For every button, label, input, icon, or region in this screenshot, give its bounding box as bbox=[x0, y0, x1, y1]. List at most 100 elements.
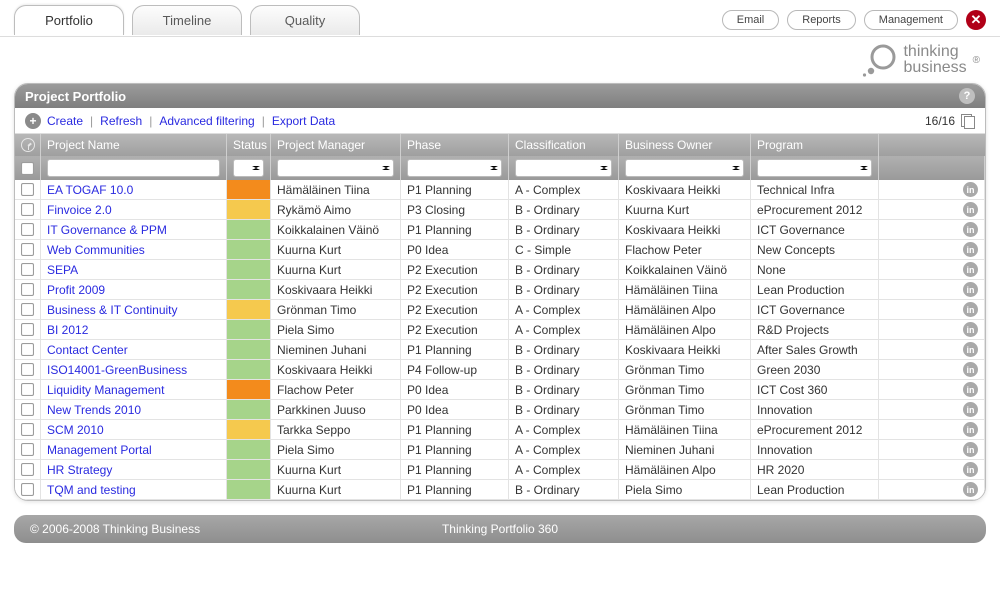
row-checkbox[interactable] bbox=[21, 323, 34, 336]
close-icon[interactable]: ✕ bbox=[966, 10, 986, 30]
cell-class: A - Complex bbox=[509, 420, 619, 439]
status-swatch bbox=[227, 400, 270, 419]
filter-status-select[interactable] bbox=[233, 159, 264, 177]
project-link[interactable]: Profit 2009 bbox=[47, 283, 105, 297]
row-link-icon[interactable]: in bbox=[963, 442, 978, 457]
row-link-icon[interactable]: in bbox=[963, 402, 978, 417]
status-swatch bbox=[227, 320, 270, 339]
row-checkbox[interactable] bbox=[21, 463, 34, 476]
filter-owner-select[interactable] bbox=[625, 159, 744, 177]
create-link[interactable]: Create bbox=[47, 114, 83, 128]
row-link-icon[interactable]: in bbox=[963, 482, 978, 497]
column-program[interactable]: Program bbox=[751, 134, 879, 156]
row-checkbox[interactable] bbox=[21, 223, 34, 236]
project-link[interactable]: Liquidity Management bbox=[47, 383, 164, 397]
row-link-icon[interactable]: in bbox=[963, 462, 978, 477]
footer: © 2006-2008 Thinking Business Thinking P… bbox=[14, 515, 986, 543]
row-link-icon[interactable]: in bbox=[963, 242, 978, 257]
project-link[interactable]: BI 2012 bbox=[47, 323, 88, 337]
column-status[interactable]: Status bbox=[227, 134, 271, 156]
export-link[interactable]: Export Data bbox=[272, 114, 335, 128]
filter-pm-select[interactable] bbox=[277, 159, 394, 177]
table-row: TQM and testingKuurna KurtP1 PlanningB -… bbox=[15, 480, 985, 500]
filter-row bbox=[15, 156, 985, 180]
row-checkbox[interactable] bbox=[21, 283, 34, 296]
filter-class-select[interactable] bbox=[515, 159, 612, 177]
brand-row: thinking business ® bbox=[0, 36, 1000, 83]
table-row: New Trends 2010Parkkinen JuusoP0 IdeaB -… bbox=[15, 400, 985, 420]
project-link[interactable]: Business & IT Continuity bbox=[47, 303, 178, 317]
row-link-icon[interactable]: in bbox=[963, 302, 978, 317]
row-checkbox[interactable] bbox=[21, 303, 34, 316]
cell-class: B - Ordinary bbox=[509, 220, 619, 239]
row-link-icon[interactable]: in bbox=[963, 262, 978, 277]
link-reports[interactable]: Reports bbox=[787, 10, 856, 30]
column-clock[interactable] bbox=[15, 134, 41, 156]
row-checkbox[interactable] bbox=[21, 483, 34, 496]
cell-pm: Kuurna Kurt bbox=[271, 460, 401, 479]
brand-registered: ® bbox=[973, 55, 980, 66]
row-checkbox[interactable] bbox=[21, 243, 34, 256]
cell-class: B - Ordinary bbox=[509, 280, 619, 299]
row-checkbox[interactable] bbox=[21, 203, 34, 216]
row-checkbox[interactable] bbox=[21, 343, 34, 356]
filter-program-select[interactable] bbox=[757, 159, 872, 177]
row-checkbox[interactable] bbox=[21, 383, 34, 396]
row-checkbox[interactable] bbox=[21, 423, 34, 436]
column-owner[interactable]: Business Owner bbox=[619, 134, 751, 156]
cell-phase: P1 Planning bbox=[401, 180, 509, 199]
help-icon[interactable]: ? bbox=[959, 88, 975, 104]
select-all-checkbox[interactable] bbox=[21, 162, 34, 175]
project-link[interactable]: Web Communities bbox=[47, 243, 145, 257]
clock-icon bbox=[21, 138, 35, 152]
link-management[interactable]: Management bbox=[864, 10, 958, 30]
row-link-icon[interactable]: in bbox=[963, 182, 978, 197]
tab-quality[interactable]: Quality bbox=[250, 5, 360, 35]
grid-body: EA TOGAF 10.0Hämäläinen TiinaP1 Planning… bbox=[15, 180, 985, 500]
project-link[interactable]: SCM 2010 bbox=[47, 423, 104, 437]
project-link[interactable]: IT Governance & PPM bbox=[47, 223, 167, 237]
cell-program: Technical Infra bbox=[751, 180, 879, 199]
copy-icon[interactable] bbox=[961, 114, 975, 128]
project-link[interactable]: Finvoice 2.0 bbox=[47, 203, 112, 217]
cell-owner: Koikkalainen Väinö bbox=[619, 260, 751, 279]
project-link[interactable]: Management Portal bbox=[47, 443, 152, 457]
project-link[interactable]: SEPA bbox=[47, 263, 78, 277]
column-name[interactable]: Project Name bbox=[41, 134, 227, 156]
tab-timeline[interactable]: Timeline bbox=[132, 5, 242, 35]
filter-name-input[interactable] bbox=[47, 159, 220, 177]
cell-program: ICT Cost 360 bbox=[751, 380, 879, 399]
refresh-link[interactable]: Refresh bbox=[100, 114, 142, 128]
project-link[interactable]: ISO14001-GreenBusiness bbox=[47, 363, 187, 377]
column-pm[interactable]: Project Manager bbox=[271, 134, 401, 156]
status-swatch bbox=[227, 280, 270, 299]
row-checkbox[interactable] bbox=[21, 443, 34, 456]
row-link-icon[interactable]: in bbox=[963, 222, 978, 237]
row-checkbox[interactable] bbox=[21, 363, 34, 376]
cell-class: C - Simple bbox=[509, 240, 619, 259]
row-checkbox[interactable] bbox=[21, 183, 34, 196]
project-link[interactable]: Contact Center bbox=[47, 343, 128, 357]
row-link-icon[interactable]: in bbox=[963, 382, 978, 397]
row-checkbox[interactable] bbox=[21, 403, 34, 416]
row-link-icon[interactable]: in bbox=[963, 202, 978, 217]
column-phase[interactable]: Phase bbox=[401, 134, 509, 156]
project-link[interactable]: TQM and testing bbox=[47, 483, 136, 497]
column-classification[interactable]: Classification bbox=[509, 134, 619, 156]
row-link-icon[interactable]: in bbox=[963, 362, 978, 377]
row-link-icon[interactable]: in bbox=[963, 422, 978, 437]
tab-portfolio[interactable]: Portfolio bbox=[14, 5, 124, 35]
row-link-icon[interactable]: in bbox=[963, 342, 978, 357]
row-link-icon[interactable]: in bbox=[963, 282, 978, 297]
filter-phase-select[interactable] bbox=[407, 159, 502, 177]
link-email[interactable]: Email bbox=[722, 10, 780, 30]
row-checkbox[interactable] bbox=[21, 263, 34, 276]
project-link[interactable]: New Trends 2010 bbox=[47, 403, 141, 417]
row-link-icon[interactable]: in bbox=[963, 322, 978, 337]
create-icon[interactable]: + bbox=[25, 113, 41, 129]
cell-owner: Grönman Timo bbox=[619, 400, 751, 419]
project-link[interactable]: HR Strategy bbox=[47, 463, 112, 477]
cell-class: A - Complex bbox=[509, 180, 619, 199]
advanced-filter-link[interactable]: Advanced filtering bbox=[159, 114, 254, 128]
project-link[interactable]: EA TOGAF 10.0 bbox=[47, 183, 133, 197]
